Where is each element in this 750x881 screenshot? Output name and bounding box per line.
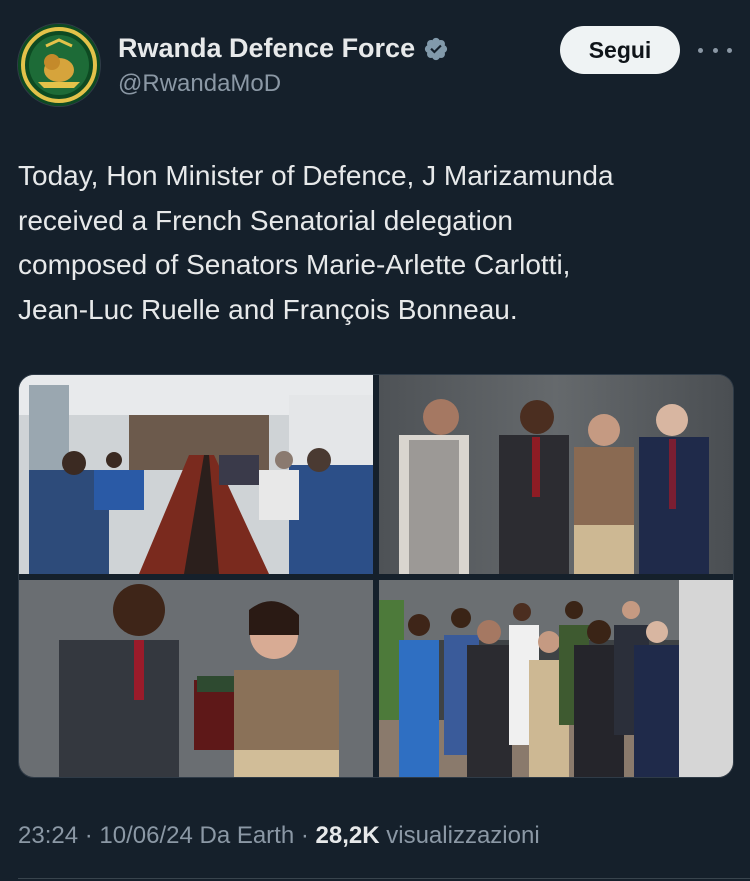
tweet-meta: 23:24 · 10/06/24 Da Earth · 28,2K visual… bbox=[18, 822, 540, 850]
views-label: visualizzazioni bbox=[379, 822, 540, 849]
tweet-text-line: Jean-Luc Ruelle and François Bonneau. bbox=[18, 293, 518, 325]
tweet-date[interactable]: 10/06/24 bbox=[99, 822, 192, 849]
meta-separator: · bbox=[78, 822, 100, 849]
delegation-group-photo[interactable] bbox=[379, 375, 733, 574]
tweet-text-line: received a French Senatorial delegation bbox=[18, 204, 513, 236]
tweet-text-line: composed of Senators Marie-Arlette Carlo… bbox=[18, 249, 571, 280]
tweet-text: Today, Hon Minister of Defence, J Mariza… bbox=[18, 154, 730, 332]
gift-exchange-photo[interactable] bbox=[19, 580, 373, 777]
rdf-emblem-icon bbox=[18, 24, 100, 106]
outdoor-group-photo[interactable] bbox=[379, 580, 733, 777]
follow-button[interactable]: Segui bbox=[560, 26, 680, 74]
more-horizontal-icon[interactable] bbox=[698, 40, 732, 60]
divider bbox=[18, 878, 750, 879]
display-name[interactable]: Rwanda Defence Force bbox=[118, 33, 449, 64]
tweet-time[interactable]: 23:24 bbox=[18, 822, 78, 849]
handle[interactable]: @RwandaMoD bbox=[118, 70, 281, 98]
views-count: 28,2K bbox=[315, 822, 380, 849]
display-name-text[interactable]: Rwanda Defence Force bbox=[118, 33, 415, 64]
meta-separator: · bbox=[294, 822, 316, 849]
tweet-source: Da Earth bbox=[192, 822, 295, 849]
tweet-text-line: Today, Hon Minister of Defence, J Mariza… bbox=[18, 160, 614, 191]
avatar[interactable] bbox=[18, 24, 100, 106]
media-grid bbox=[18, 374, 734, 778]
meeting-room-photo[interactable] bbox=[19, 375, 373, 574]
verified-badge-icon bbox=[424, 37, 448, 60]
